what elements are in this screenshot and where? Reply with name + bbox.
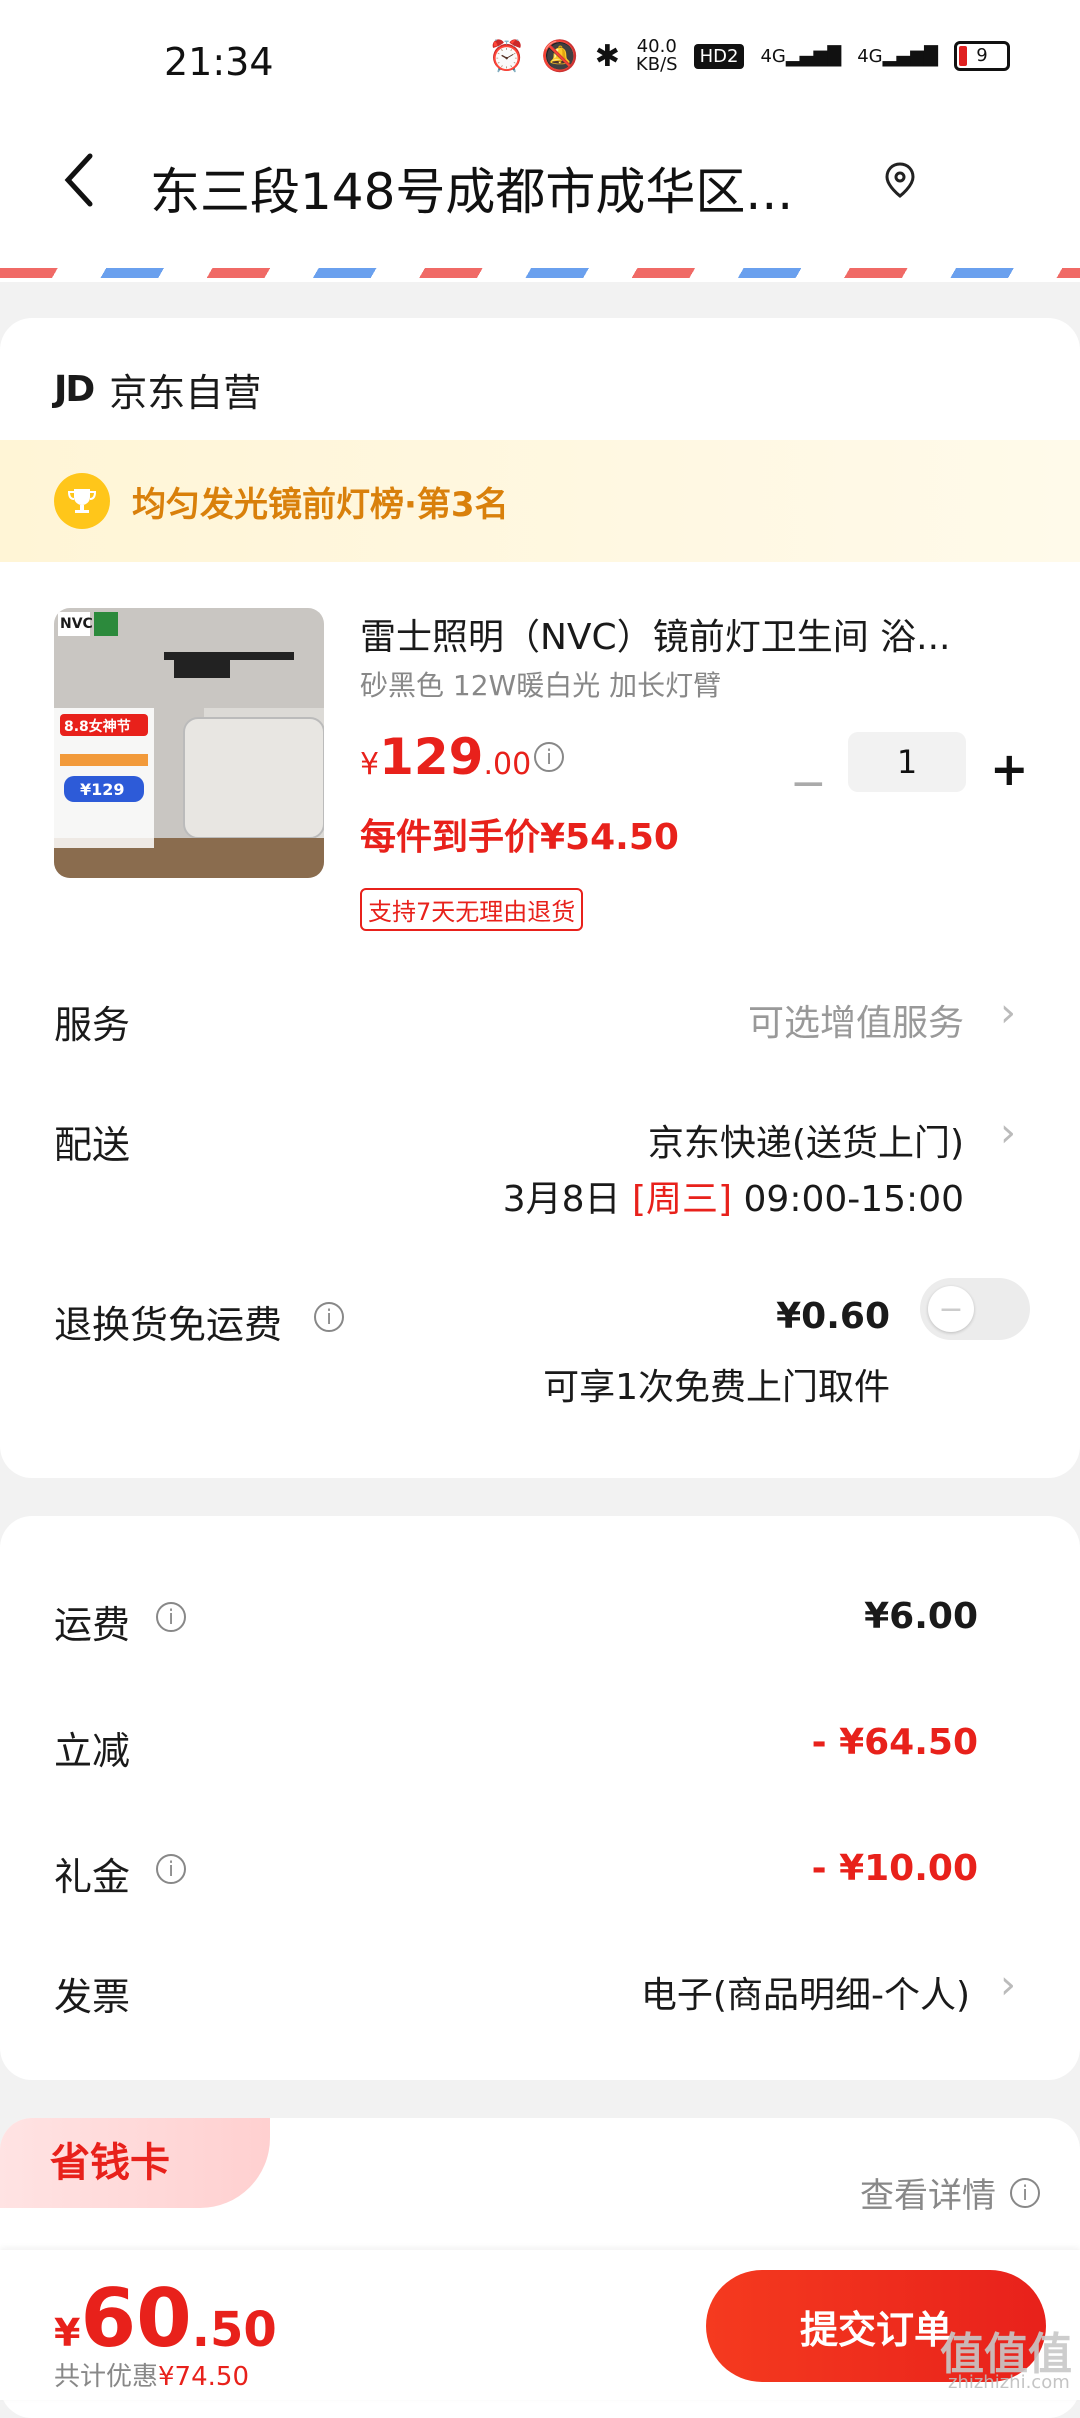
header: 东三段148号成都市成华区... [0, 120, 1080, 250]
saving-card-info-icon[interactable]: i [1010, 2177, 1040, 2208]
discount-label: 立减 [54, 1729, 131, 1773]
invoice-label: 发票 [54, 1975, 131, 2019]
signal-icon: 4G▂▄▆█ [760, 45, 842, 67]
return-shipping-note: 可享1次免费上门取件 [543, 1367, 890, 1408]
return-policy-badge: 支持7天无理由退货 [360, 888, 584, 931]
bluetooth-icon: ✱ [594, 38, 620, 74]
product-image[interactable]: NVC 8.8女神节 ¥129 [54, 608, 324, 878]
service-value[interactable]: 可选增值服务 [748, 994, 964, 1046]
return-shipping-info-icon[interactable]: i [314, 1302, 344, 1332]
watermark-url: zhizhizhi.com [948, 2372, 1070, 2393]
delivery-time[interactable]: 3月8日 [周三] 09:00-15:00 [503, 1170, 964, 1222]
quantity-value[interactable]: 1 [848, 732, 966, 792]
thumb-price: ¥129 [80, 780, 125, 799]
status-icons: ⏰ 🔕 ✱ 40.0 KB/S HD2 4G▂▄▆█ 4G▂▄▆█ 9 [488, 38, 1010, 74]
shipping-fee-label: 运费 [54, 1603, 131, 1647]
trophy-icon [54, 473, 110, 529]
total-saved: 共计优惠¥74.50 [54, 2362, 249, 2392]
chevron-right-icon[interactable]: › [1000, 990, 1016, 1036]
quantity-minus-button[interactable]: − [790, 758, 827, 809]
back-arrow-icon[interactable] [60, 150, 100, 210]
gift-value: - ¥10.00 [811, 1848, 978, 1889]
thumb-brand: NVC [60, 616, 93, 632]
order-card: JD 京东自营 均匀发光镜前灯榜·第3名 NVC 8.8女神节 ¥129 雷士照… [0, 318, 1080, 1478]
location-pin-icon[interactable] [880, 160, 920, 200]
shop-name: 京东自营 [109, 371, 262, 415]
quantity-plus-button[interactable]: + [990, 742, 1029, 796]
delivery-label: 配送 [54, 1123, 131, 1167]
price-info-icon[interactable]: i [534, 742, 564, 772]
product-price: ¥129.00 [360, 728, 532, 786]
alarm-icon: ⏰ [488, 38, 526, 74]
shipping-fee-info-icon[interactable]: i [156, 1602, 186, 1632]
return-shipping-price: ¥0.60 [776, 1296, 890, 1337]
net-speed: 40.0 KB/S [635, 36, 678, 75]
checkout-bar: ¥60.50 共计优惠¥74.50 提交订单 [0, 2250, 1080, 2400]
discount-value: - ¥64.50 [811, 1722, 978, 1763]
rank-text: 均匀发光镜前灯榜·第3名 [132, 484, 509, 525]
hd-badge: HD2 [693, 43, 745, 69]
shipping-fee-value: ¥6.00 [864, 1596, 978, 1637]
gift-label: 礼金 [54, 1855, 131, 1899]
mute-bell-icon: 🔕 [541, 38, 579, 74]
saving-card-title: 省钱卡 [50, 2140, 170, 2186]
unit-price: 每件到手价¥54.50 [360, 817, 679, 858]
address-title[interactable]: 东三段148号成都市成华区... [150, 152, 793, 224]
envelope-stripe [0, 250, 1080, 282]
shop-header: JD 京东自营 [54, 362, 261, 417]
rank-banner[interactable]: 均匀发光镜前灯榜·第3名 [0, 440, 1080, 562]
battery-icon: 9 [954, 41, 1010, 71]
invoice-value[interactable]: 电子(商品明细-个人) [641, 1966, 970, 2018]
return-shipping-label: 退换货免运费 [54, 1303, 283, 1347]
status-bar: 21:34 ⏰ 🔕 ✱ 40.0 KB/S HD2 4G▂▄▆█ 4G▂▄▆█ … [0, 0, 1080, 120]
chevron-right-icon[interactable]: › [1000, 1110, 1016, 1156]
saving-card-detail[interactable]: 查看详情 i [860, 2168, 1040, 2217]
jd-logo-icon: JD [54, 369, 95, 410]
thumb-promo: 8.8女神节 [64, 719, 131, 735]
chevron-right-icon[interactable]: › [1000, 1962, 1016, 2008]
status-time: 21:34 [164, 40, 274, 84]
signal-icon: 4G▂▄▆█ [857, 45, 938, 67]
product-spec[interactable]: 砂黑色 12W暖白光 加长灯臂 [360, 664, 721, 704]
service-label: 服务 [54, 1003, 131, 1047]
gift-info-icon[interactable]: i [156, 1854, 186, 1884]
delivery-method[interactable]: 京东快递(送货上门) [648, 1114, 964, 1166]
total-price: ¥60.50 [54, 2272, 277, 2365]
fee-summary-card: 运费 i ¥6.00 立减 - ¥64.50 礼金 i - ¥10.00 发票 … [0, 1516, 1080, 2080]
product-name[interactable]: 雷士照明（NVC）镜前灯卫生间 浴... [360, 608, 950, 660]
return-shipping-toggle[interactable]: − [920, 1278, 1030, 1340]
